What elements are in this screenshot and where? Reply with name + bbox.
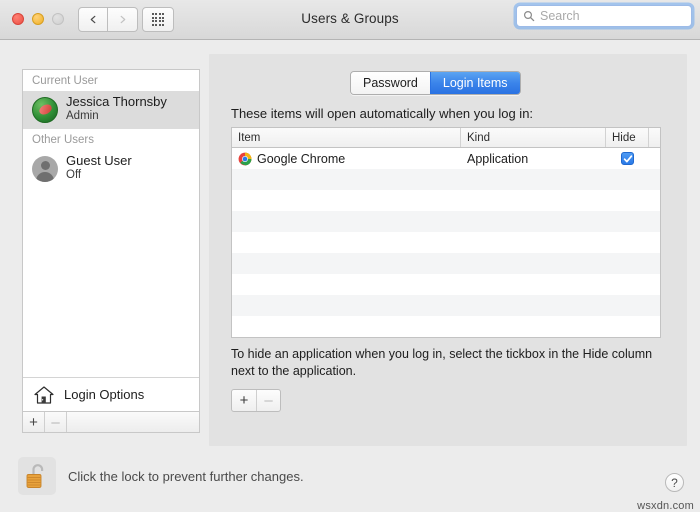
column-header-kind[interactable]: Kind (461, 128, 606, 147)
watermark: wsxdn.com (637, 500, 694, 512)
lock-label: Click the lock to prevent further change… (68, 469, 304, 484)
hide-checkbox[interactable] (621, 152, 634, 165)
search-input-placeholder: Search (540, 9, 580, 23)
column-header-item[interactable]: Item (232, 128, 461, 147)
table-row-empty (232, 190, 660, 211)
hint-text: To hide an application when you log in, … (231, 346, 663, 380)
guest-name: Guest User (66, 154, 132, 169)
panel-tabs: Password Login Items (350, 71, 521, 95)
table-row-empty (232, 274, 660, 295)
cell-kind: Application (461, 148, 606, 169)
table-row-empty (232, 253, 660, 274)
home-icon (33, 385, 55, 405)
users-and-groups-window: Users & Groups Search Current User Jessi… (0, 0, 700, 512)
help-button[interactable]: ? (665, 473, 684, 492)
cell-hide[interactable] (606, 148, 649, 169)
column-header-hide[interactable]: Hide (606, 128, 649, 147)
lock-button[interactable] (18, 457, 56, 495)
table-row-empty (232, 316, 660, 337)
add-user-button[interactable]: + (23, 412, 45, 432)
user-name: Jessica Thornsby (66, 95, 167, 110)
search-field[interactable]: Search (516, 5, 692, 27)
cell-item: Google Chrome (232, 148, 461, 169)
guest-info: Guest User Off (66, 154, 132, 182)
table-row-empty (232, 295, 660, 316)
chrome-icon (238, 152, 252, 166)
sidebar-group-header-other-users: Other Users (23, 129, 199, 150)
user-info: Jessica Thornsby Admin (66, 95, 167, 123)
sidebar-toolbar-filler (67, 412, 199, 432)
table-row[interactable]: Google Chrome Application (232, 148, 660, 169)
table-header-row: Item Kind Hide (232, 128, 660, 148)
add-login-item-button[interactable]: + (232, 390, 256, 411)
column-header-spacer (649, 128, 660, 147)
table-row-empty (232, 169, 660, 190)
remove-login-item-button: – (256, 390, 280, 411)
login-items-panel: Password Login Items These items will op… (209, 54, 687, 446)
lock-row: Click the lock to prevent further change… (18, 457, 304, 495)
preferences-body: Current User Jessica Thornsby Admin Othe… (0, 41, 700, 512)
login-items-buttons: + – (231, 389, 281, 412)
guest-avatar (32, 156, 58, 182)
sidebar-group-header-current-user: Current User (23, 70, 199, 91)
sidebar-spacer (23, 188, 199, 377)
users-sidebar: Current User Jessica Thornsby Admin Othe… (22, 69, 200, 412)
sidebar-item-guest-user[interactable]: Guest User Off (23, 150, 199, 188)
checkmark-icon (623, 154, 633, 164)
intro-text: These items will open automatically when… (231, 106, 533, 121)
table-row-empty (232, 232, 660, 253)
user-avatar-jessica (32, 97, 58, 123)
remove-user-button: – (45, 412, 67, 432)
search-icon (523, 10, 535, 22)
tab-login-items[interactable]: Login Items (430, 72, 520, 94)
user-role: Admin (66, 110, 167, 123)
sidebar-toolbar: + – (22, 412, 200, 433)
sidebar-item-login-options[interactable]: Login Options (23, 377, 199, 411)
login-options-label: Login Options (64, 387, 144, 402)
cell-item-label: Google Chrome (257, 152, 345, 166)
guest-status: Off (66, 169, 132, 182)
table-row-empty (232, 211, 660, 232)
table-row-empty (232, 337, 660, 338)
login-items-table: Item Kind Hide (231, 127, 661, 338)
cell-spacer (649, 148, 660, 169)
sidebar-item-jessica-thornsby[interactable]: Jessica Thornsby Admin (23, 91, 199, 129)
tab-password[interactable]: Password (351, 72, 430, 94)
window-titlebar: Users & Groups Search (0, 0, 700, 40)
unlocked-padlock-icon (24, 461, 50, 491)
